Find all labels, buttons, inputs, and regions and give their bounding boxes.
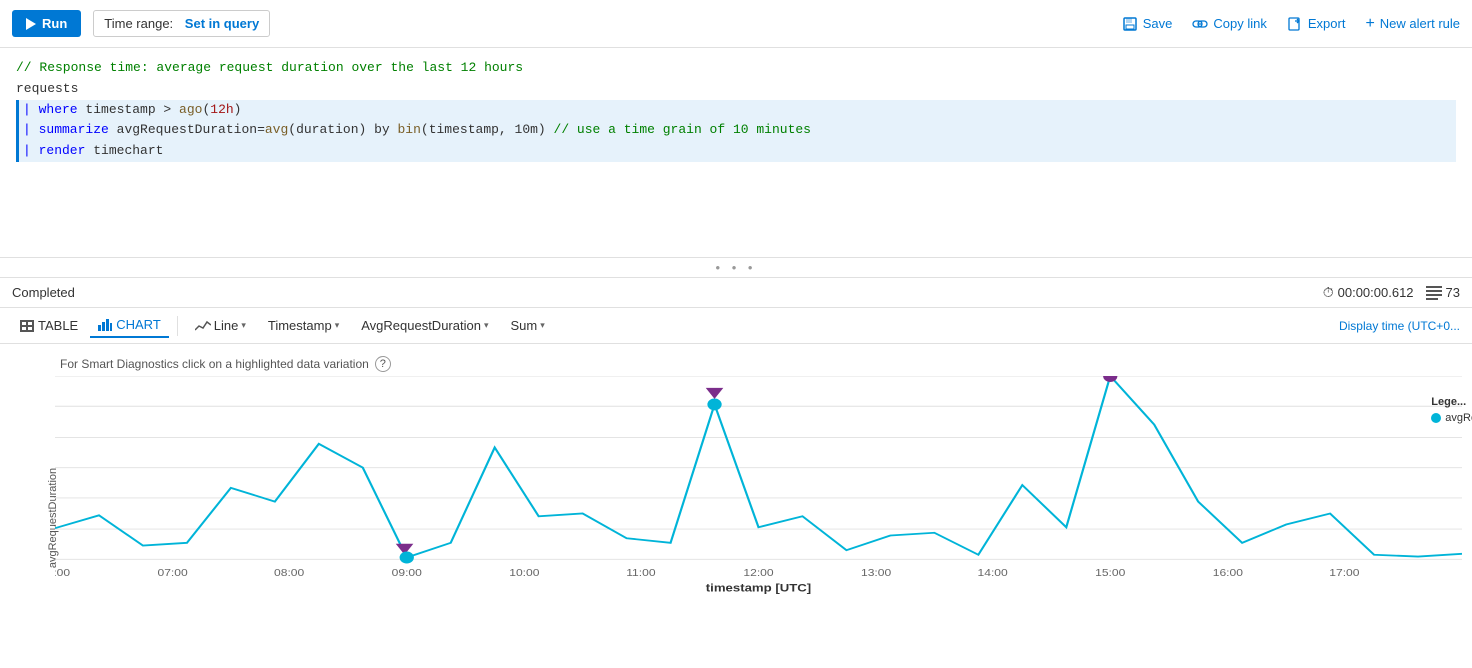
time-range-value: Set in query xyxy=(185,16,259,31)
export-label: Export xyxy=(1308,16,1346,31)
line-label: Line xyxy=(214,318,239,333)
smart-diagnostics-bar: For Smart Diagnostics click on a highlig… xyxy=(0,352,1472,376)
new-alert-label: New alert rule xyxy=(1380,16,1460,31)
execution-time: 00:00:00.612 xyxy=(1338,285,1414,300)
timestamp-label: Timestamp xyxy=(268,318,332,333)
avg-request-option[interactable]: AvgRequestDuration ▾ xyxy=(352,313,497,338)
sum-option[interactable]: Sum ▾ xyxy=(501,313,553,338)
data-point-low xyxy=(400,552,413,563)
smart-diagnostics-text: For Smart Diagnostics click on a highlig… xyxy=(60,357,369,371)
legend-title: Lege... xyxy=(1431,396,1472,408)
svg-text:13:00: 13:00 xyxy=(861,568,891,579)
rows-icon xyxy=(1426,286,1442,300)
resize-dots: • • • xyxy=(716,260,757,275)
code-line-3: | where timestamp > ago(12h) xyxy=(16,100,1456,121)
status-count: 73 xyxy=(1426,285,1460,300)
code-editor[interactable]: // Response time: average request durati… xyxy=(0,48,1472,258)
export-action[interactable]: Export xyxy=(1287,16,1346,32)
svg-text:10:00: 10:00 xyxy=(509,568,539,579)
toolbar-divider-1 xyxy=(177,316,178,336)
svg-text:14:00: 14:00 xyxy=(978,568,1008,579)
copy-link-label: Copy link xyxy=(1213,16,1266,31)
avg-request-caret: ▾ xyxy=(484,320,489,331)
chart-view-button[interactable]: CHART xyxy=(90,313,169,338)
run-label: Run xyxy=(42,16,67,31)
copy-link-icon xyxy=(1192,16,1208,32)
help-icon[interactable]: ? xyxy=(375,356,391,372)
display-time[interactable]: Display time (UTC+0... xyxy=(1339,319,1460,333)
clock-icon: ⏱ xyxy=(1323,284,1334,301)
row-count: 73 xyxy=(1446,285,1460,300)
play-icon xyxy=(26,18,36,30)
timestamp-option[interactable]: Timestamp ▾ xyxy=(259,313,348,338)
svg-text:06:00: 06:00 xyxy=(55,568,70,579)
toolbar: Run Time range: Set in query Save Copy l… xyxy=(0,0,1472,48)
sum-caret: ▾ xyxy=(540,320,545,331)
chart-area: For Smart Diagnostics click on a highlig… xyxy=(0,344,1472,668)
chart-icon xyxy=(98,319,112,331)
table-label: TABLE xyxy=(38,318,78,333)
svg-text:15:00: 15:00 xyxy=(1095,568,1125,579)
chart-svg-container: 0 100k 200k 300k 400k 500k 600k xyxy=(55,376,1462,660)
legend: Lege... avgRequestDura... xyxy=(1431,396,1472,424)
svg-text:12:00: 12:00 xyxy=(743,568,773,579)
status-completed: Completed xyxy=(12,285,75,300)
legend-item: avgRequestDura... xyxy=(1431,412,1472,424)
chart-toolbar: TABLE CHART Line ▾ Timestamp ▾ AvgReques… xyxy=(0,308,1472,344)
copy-link-action[interactable]: Copy link xyxy=(1192,16,1266,32)
chart-label: CHART xyxy=(116,317,161,332)
svg-text:07:00: 07:00 xyxy=(157,568,187,579)
new-alert-action[interactable]: + New alert rule xyxy=(1365,15,1460,33)
code-line-1: // Response time: average request durati… xyxy=(16,58,1456,79)
status-time: ⏱ 00:00:00.612 xyxy=(1323,284,1414,301)
anomaly-marker-high1 xyxy=(706,388,724,399)
sum-label: Sum xyxy=(510,318,537,333)
code-line-2: requests xyxy=(16,79,1456,100)
line-chart-svg[interactable]: 0 100k 200k 300k 400k 500k 600k xyxy=(55,376,1462,596)
save-label: Save xyxy=(1143,16,1173,31)
line-option[interactable]: Line ▾ xyxy=(186,313,255,338)
timestamp-caret: ▾ xyxy=(335,320,340,331)
save-icon xyxy=(1122,16,1138,32)
code-line-4: | summarize avgRequestDuration=avg(durat… xyxy=(16,120,1456,141)
main-content: // Response time: average request durati… xyxy=(0,48,1472,668)
plus-icon: + xyxy=(1365,15,1374,33)
toolbar-actions: Save Copy link Export + New alert rule xyxy=(1122,15,1460,33)
table-icon xyxy=(20,320,34,332)
table-view-button[interactable]: TABLE xyxy=(12,314,86,337)
data-point-high1 xyxy=(708,399,721,410)
export-icon xyxy=(1287,16,1303,32)
code-line-5: | render timechart xyxy=(16,141,1456,162)
svg-text:16:00: 16:00 xyxy=(1213,568,1243,579)
svg-text:17:00: 17:00 xyxy=(1329,568,1359,579)
bottom-section: Completed ⏱ 00:00:00.612 73 TABLE CHART xyxy=(0,278,1472,668)
legend-color-dot xyxy=(1431,413,1441,423)
svg-text:11:00: 11:00 xyxy=(626,568,655,579)
resize-handle[interactable]: • • • xyxy=(0,258,1472,278)
svg-text:09:00: 09:00 xyxy=(392,568,422,579)
save-action[interactable]: Save xyxy=(1122,16,1173,32)
svg-text:timestamp [UTC]: timestamp [UTC] xyxy=(706,581,811,594)
avg-request-label: AvgRequestDuration xyxy=(361,318,481,333)
line-chart-icon xyxy=(195,320,211,332)
time-range-button[interactable]: Time range: Set in query xyxy=(93,10,270,37)
svg-text:08:00: 08:00 xyxy=(274,568,304,579)
line-caret: ▾ xyxy=(241,320,246,331)
run-button[interactable]: Run xyxy=(12,10,81,37)
status-bar: Completed ⏱ 00:00:00.612 73 xyxy=(0,278,1472,308)
time-range-prefix: Time range: xyxy=(104,16,173,31)
legend-item-label: avgRequestDura... xyxy=(1445,412,1472,424)
